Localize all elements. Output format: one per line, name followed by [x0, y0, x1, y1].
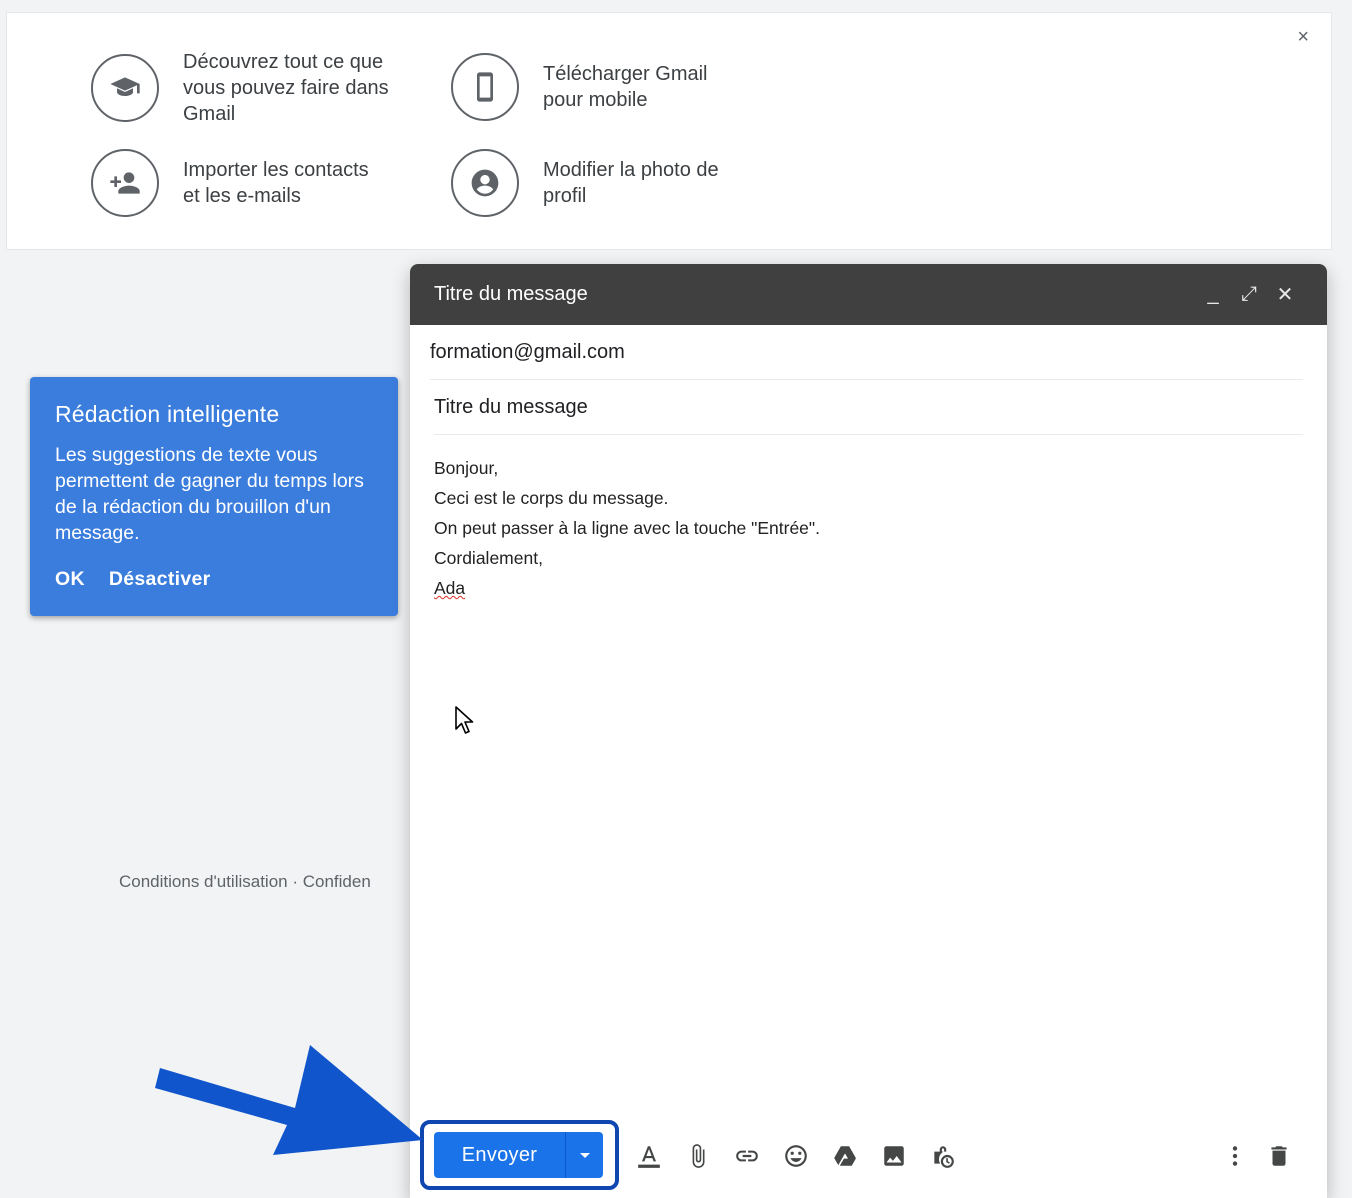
body-line: Ceci est le corps du message. — [434, 488, 669, 508]
google-drive-icon[interactable] — [820, 1140, 869, 1172]
misspelled-word: Ada — [434, 578, 466, 598]
more-options-icon[interactable] — [1213, 1140, 1257, 1172]
text-formatting-icon[interactable] — [624, 1140, 673, 1172]
smart-compose-title: Rédaction intelligente — [55, 401, 280, 427]
welcome-close-icon[interactable]: × — [1297, 27, 1309, 47]
tip-label: Modifier la photo de profil — [543, 159, 719, 207]
message-body[interactable]: Bonjour, Ceci est le corps du message. O… — [410, 435, 1327, 603]
tip-change-photo[interactable]: Modifier la photo de profil — [451, 149, 783, 217]
welcome-card: × Découvrez tout ce que vous pouvez fair… — [6, 12, 1332, 250]
minimize-icon[interactable]: _ — [1195, 283, 1231, 306]
close-icon[interactable]: ✕ — [1267, 282, 1303, 307]
attach-file-icon[interactable] — [673, 1140, 722, 1172]
add-person-icon — [91, 149, 159, 217]
emoji-icon[interactable] — [771, 1140, 820, 1172]
send-button-group: Envoyer — [434, 1132, 603, 1178]
insert-photo-icon[interactable] — [869, 1140, 918, 1172]
delete-draft-icon[interactable] — [1257, 1140, 1301, 1172]
confidential-mode-icon[interactable] — [918, 1140, 967, 1172]
subject-field[interactable]: Titre du message — [434, 380, 1303, 435]
formatting-tools — [624, 1140, 967, 1172]
compose-title: Titre du message — [434, 283, 588, 305]
smart-compose-description: Les suggestions de texte vous permettent… — [55, 444, 364, 544]
smart-compose-actions: OK Désactiver — [55, 568, 374, 591]
ok-button[interactable]: OK — [55, 568, 85, 591]
tip-import-contacts[interactable]: Importer les contacts et les e-mails — [91, 149, 423, 217]
tip-label: Importer les contacts et les e-mails — [183, 159, 369, 207]
annotation-arrow-icon — [155, 1045, 423, 1155]
more-tools — [1213, 1140, 1301, 1172]
graduation-cap-icon — [91, 54, 159, 122]
body-line: Ada — [434, 573, 1303, 603]
tip-discover-gmail[interactable]: Découvrez tout ce que vous pouvez faire … — [91, 49, 423, 127]
tip-label: Découvrez tout ce que vous pouvez faire … — [183, 51, 389, 125]
mouse-pointer-icon — [455, 706, 474, 734]
tip-label: Télécharger Gmail pour mobile — [543, 63, 708, 111]
to-field[interactable]: formation@gmail.com — [430, 325, 1303, 380]
compose-window: Titre du message _ ⤢ ✕ formation@gmail.c… — [410, 264, 1327, 1198]
footer-links[interactable]: Conditions d'utilisation · Confiden — [119, 872, 371, 892]
disable-button[interactable]: Désactiver — [109, 568, 211, 591]
body-line: Bonjour, — [434, 458, 499, 478]
smart-compose-popup: Rédaction intelligente Les suggestions d… — [30, 377, 398, 616]
expand-icon[interactable]: ⤢ — [1231, 283, 1267, 306]
send-options-dropdown[interactable] — [565, 1132, 603, 1178]
tip-download-mobile[interactable]: Télécharger Gmail pour mobile — [451, 53, 783, 121]
insert-link-icon[interactable] — [722, 1140, 771, 1172]
body-line: On peut passer à la ligne avec la touche… — [434, 518, 820, 538]
smartphone-icon — [451, 53, 519, 121]
compose-header[interactable]: Titre du message _ ⤢ ✕ — [410, 264, 1327, 325]
compose-toolbar: Envoyer — [410, 1098, 1327, 1198]
body-line: Cordialement, — [434, 548, 543, 568]
account-circle-icon — [451, 149, 519, 217]
send-button[interactable]: Envoyer — [434, 1132, 565, 1178]
